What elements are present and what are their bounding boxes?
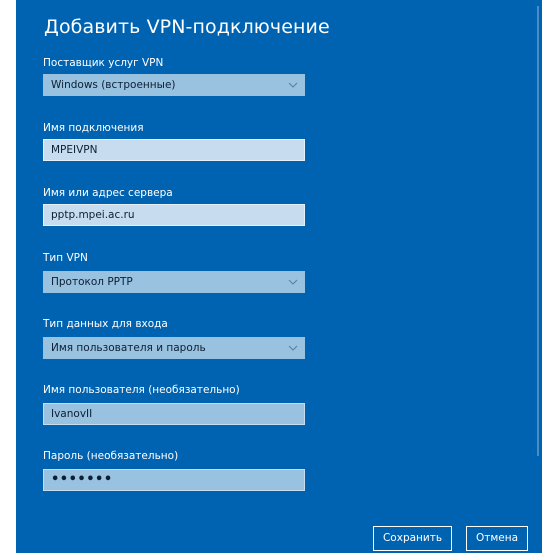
server-input[interactable]: pptp.mpei.ac.ru — [43, 204, 305, 226]
provider-value: Windows (встроенные) — [51, 79, 176, 91]
username-label: Имя пользователя (необязательно) — [43, 384, 240, 396]
connection-name-label: Имя подключения — [43, 122, 144, 134]
chevron-down-icon — [288, 345, 298, 351]
cancel-button[interactable]: Отмена — [466, 526, 528, 551]
password-label: Пароль (необязательно) — [43, 450, 179, 462]
provider-dropdown[interactable]: Windows (встроенные) — [43, 74, 305, 96]
server-label: Имя или адрес сервера — [43, 187, 173, 199]
username-input[interactable]: IvanovII — [43, 403, 305, 425]
signin-type-dropdown[interactable]: Имя пользователя и пароль — [43, 337, 305, 359]
vpn-type-label: Тип VPN — [43, 252, 88, 264]
scrollbar[interactable] — [537, 6, 539, 456]
chevron-down-icon — [288, 279, 298, 285]
chevron-down-icon — [288, 82, 298, 88]
vpn-type-value: Протокол PPTP — [51, 276, 133, 288]
password-input[interactable]: ••••••• — [43, 469, 305, 491]
signin-type-label: Тип данных для входа — [43, 318, 168, 330]
signin-type-value: Имя пользователя и пароль — [51, 342, 206, 354]
connection-name-input[interactable]: MPEIVPN — [43, 139, 305, 161]
provider-label: Поставщик услуг VPN — [43, 57, 164, 69]
add-vpn-dialog: Добавить VPN-подключение Поставщик услуг… — [16, 0, 542, 553]
dialog-title: Добавить VPN-подключение — [44, 16, 330, 38]
vpn-type-dropdown[interactable]: Протокол PPTP — [43, 271, 305, 293]
save-button[interactable]: Сохранить — [373, 526, 452, 551]
